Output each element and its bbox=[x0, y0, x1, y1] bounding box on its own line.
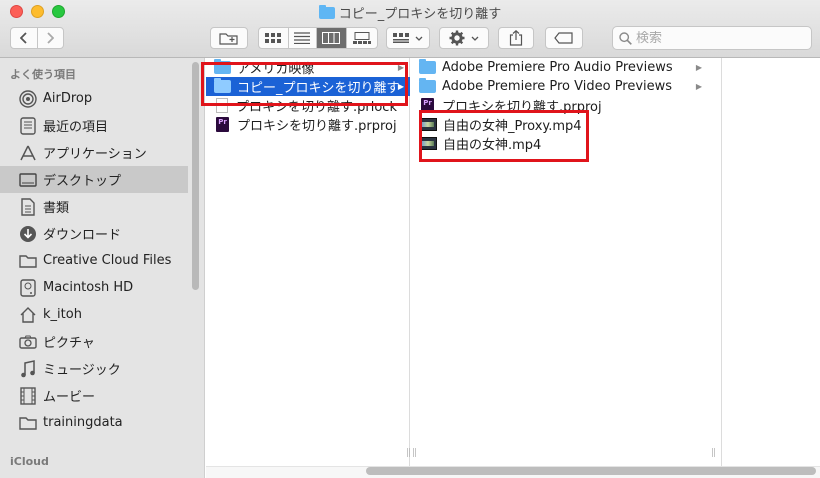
action-menu-button[interactable] bbox=[439, 27, 489, 49]
home-icon bbox=[19, 306, 37, 324]
sidebar-item-label: 書類 bbox=[43, 201, 70, 216]
window-title: コピー_プロキシを切り離す bbox=[0, 3, 820, 22]
new-folder-icon bbox=[219, 33, 238, 45]
sidebar-item-label: デスクトップ bbox=[43, 174, 122, 189]
sidebar-item-recents[interactable]: 最近の項目 bbox=[0, 112, 188, 139]
chevron-left-icon bbox=[19, 32, 27, 44]
sidebar-item-label: アプリケーション bbox=[43, 147, 147, 162]
sidebar-item-desktop[interactable]: デスクトップ bbox=[0, 166, 188, 193]
back-forward-control bbox=[10, 27, 64, 49]
search-field[interactable] bbox=[612, 26, 812, 50]
back-button[interactable] bbox=[11, 28, 38, 48]
sidebar-item-label: Macintosh HD bbox=[43, 280, 134, 295]
search-input[interactable] bbox=[636, 30, 796, 46]
new-folder-button[interactable] bbox=[210, 27, 248, 49]
highlight-box-video-files bbox=[419, 110, 589, 162]
sidebar-item-label: ピクチャ bbox=[43, 336, 95, 351]
grid-icon bbox=[265, 33, 282, 43]
search-icon bbox=[619, 31, 632, 45]
sidebar-item-label: trainingdata bbox=[43, 415, 123, 430]
file-name: Adobe Premiere Pro Audio Previews bbox=[442, 60, 673, 75]
view-mode-control bbox=[258, 27, 378, 49]
recents-icon bbox=[19, 116, 37, 135]
sidebar-item-movies[interactable]: ムービー bbox=[0, 382, 188, 409]
list-item[interactable]: Pr プロキシを切り離す.prproj bbox=[206, 115, 410, 134]
forward-button[interactable] bbox=[38, 28, 64, 48]
sidebar-item-trainingdata[interactable]: trainingdata bbox=[0, 409, 188, 436]
list-icon bbox=[294, 32, 311, 44]
sidebar-item-label: k_itoh bbox=[43, 307, 82, 322]
window-title-text: コピー_プロキシを切り離す bbox=[338, 7, 502, 22]
sidebar-item-documents[interactable]: 書類 bbox=[0, 193, 188, 220]
folder-icon bbox=[318, 5, 335, 19]
sidebar-item-macintosh-hd[interactable]: Macintosh HD bbox=[0, 274, 188, 301]
sidebar-item-music[interactable]: ミュージック bbox=[0, 355, 188, 382]
hard-drive-icon bbox=[19, 278, 37, 297]
sidebar-item-home[interactable]: k_itoh bbox=[0, 301, 188, 328]
sidebar-item-downloads[interactable]: ダウンロード bbox=[0, 220, 188, 247]
favorites-header: よく使う項目 bbox=[10, 68, 76, 81]
column-3 bbox=[723, 58, 820, 466]
sidebar-item-label: 最近の項目 bbox=[43, 120, 109, 135]
applications-icon bbox=[19, 144, 37, 162]
sidebar-item-label: Creative Cloud Files bbox=[43, 253, 172, 268]
disclosure-arrow-icon: ▶ bbox=[695, 63, 702, 72]
folder-icon bbox=[419, 78, 436, 93]
column-resize-handle[interactable]: || bbox=[711, 448, 716, 458]
share-icon bbox=[509, 30, 523, 46]
music-icon bbox=[19, 359, 37, 378]
chevron-down-icon bbox=[415, 36, 423, 41]
share-button[interactable] bbox=[498, 27, 534, 49]
list-view-button[interactable] bbox=[289, 28, 318, 48]
airdrop-icon bbox=[19, 89, 37, 108]
grid-icon bbox=[393, 33, 409, 43]
icloud-header: iCloud bbox=[10, 455, 49, 468]
file-name: プロキシを切り離す.prproj bbox=[237, 119, 397, 134]
column-view-button[interactable] bbox=[317, 28, 347, 48]
sidebar-scrollbar[interactable] bbox=[192, 62, 199, 290]
folder-icon bbox=[419, 59, 436, 74]
sidebar-item-label: AirDrop bbox=[43, 91, 93, 106]
chevron-right-icon bbox=[47, 32, 55, 44]
premiere-project-icon: Pr bbox=[216, 117, 229, 132]
group-by-button[interactable] bbox=[386, 27, 430, 49]
folder-icon bbox=[19, 252, 37, 270]
file-name: Adobe Premiere Pro Video Previews bbox=[442, 79, 673, 94]
sidebar-item-pictures[interactable]: ピクチャ bbox=[0, 328, 188, 355]
horizontal-scrollbar[interactable] bbox=[366, 467, 816, 475]
list-item[interactable]: Adobe Premiere Pro Video Previews ▶ bbox=[411, 77, 708, 96]
sidebar-item-label: ダウンロード bbox=[43, 228, 122, 243]
gallery-view-button[interactable] bbox=[347, 28, 377, 48]
edit-tags-button[interactable] bbox=[545, 27, 583, 49]
list-item[interactable]: Adobe Premiere Pro Audio Previews ▶ bbox=[411, 58, 708, 77]
column-resize-handle[interactable]: || bbox=[406, 448, 411, 458]
folder-icon bbox=[19, 414, 37, 432]
sidebar-item-airdrop[interactable]: AirDrop bbox=[0, 85, 188, 112]
column-1: アメリカ映像 ▶ コピー_プロキシを切り離す ▶ プロキシを切り離す.prloc… bbox=[206, 58, 411, 466]
film-icon bbox=[19, 386, 37, 405]
gear-icon bbox=[449, 30, 465, 46]
column-resize-handle[interactable]: || bbox=[412, 448, 417, 458]
downloads-icon bbox=[19, 225, 37, 243]
sidebar-item-applications[interactable]: アプリケーション bbox=[0, 139, 188, 166]
desktop-icon bbox=[19, 171, 37, 189]
chevron-down-icon bbox=[471, 36, 479, 41]
title-bar: コピー_プロキシを切り離す bbox=[0, 0, 820, 58]
sidebar-item-label: ミュージック bbox=[43, 363, 121, 378]
gallery-icon bbox=[352, 32, 371, 44]
columns-icon bbox=[322, 32, 341, 44]
sidebar-item-creative-cloud-files[interactable]: Creative Cloud Files bbox=[0, 247, 188, 274]
disclosure-arrow-icon: ▶ bbox=[695, 82, 702, 91]
tag-icon bbox=[554, 32, 573, 44]
sidebar-item-label: ムービー bbox=[43, 390, 96, 405]
documents-icon bbox=[19, 197, 37, 216]
icon-view-button[interactable] bbox=[259, 28, 289, 48]
camera-icon bbox=[19, 333, 37, 351]
highlight-box-selected-folder bbox=[201, 62, 408, 106]
sidebar: よく使う項目 AirDrop 最近の項目 アプリケーション デスクトップ 書類 … bbox=[0, 58, 205, 478]
